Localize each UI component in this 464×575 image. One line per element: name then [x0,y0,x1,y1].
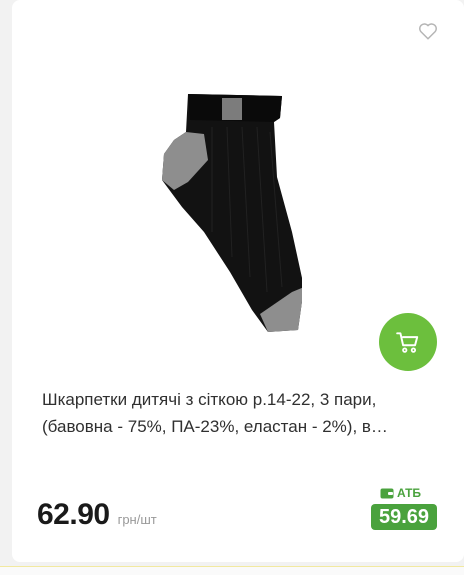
favorite-button[interactable] [417,20,439,42]
cart-icon [396,332,419,353]
price-unit: грн/шт [117,512,157,527]
product-image[interactable] [152,82,304,340]
wallet-icon [380,488,394,499]
heart-icon [419,23,437,40]
sock-image [162,94,304,332]
product-card[interactable]: Шкарпетки дитячі з сіткою р.14-22, 3 пар… [12,0,464,562]
product-title[interactable]: Шкарпетки дитячі з сіткою р.14-22, 3 пар… [42,386,437,440]
atb-card-price: 59.69 [371,504,437,530]
atb-card-label: АТБ [380,486,421,500]
add-to-cart-button[interactable] [379,313,437,371]
price-row: 62.90 грн/шт [37,498,157,532]
regular-price: 62.90 [37,498,110,531]
atb-label-text: АТБ [397,486,422,500]
